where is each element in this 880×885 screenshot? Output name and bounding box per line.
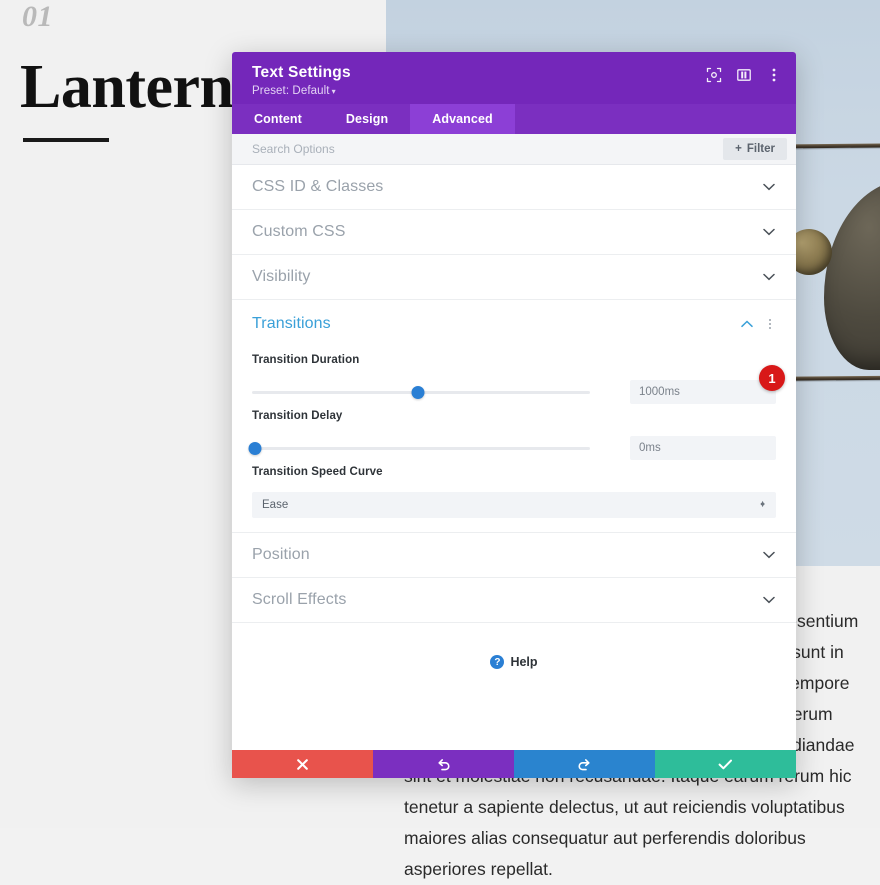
- field-label: Transition Speed Curve: [252, 466, 383, 478]
- filter-button[interactable]: + Filter: [723, 138, 787, 160]
- transition-delay-slider[interactable]: [248, 441, 590, 455]
- modal-header-actions: [705, 66, 782, 83]
- field-transition-speed-curve: Transition Speed Curve Ease ▲ ▼: [232, 466, 796, 518]
- select-value: Ease: [262, 499, 289, 511]
- modal-header: Text Settings Preset: Default ▾: [232, 52, 796, 104]
- undo-button[interactable]: [373, 750, 514, 778]
- focus-icon[interactable]: [705, 66, 722, 83]
- chevron-down-icon: [762, 548, 776, 562]
- chevron-up-icon[interactable]: [740, 317, 754, 331]
- field-label: Transition Duration: [252, 354, 360, 366]
- check-icon: [718, 759, 732, 769]
- undo-icon: [438, 758, 450, 770]
- section-label: CSS ID & Classes: [252, 178, 384, 195]
- section-label: Position: [252, 546, 310, 563]
- transition-speed-curve-select[interactable]: Ease: [252, 492, 776, 518]
- slider-row: [248, 436, 776, 460]
- modal-tabs: Content Design Advanced: [232, 104, 796, 134]
- search-row: + Filter: [232, 134, 796, 165]
- page-title: Lanterns: [20, 53, 258, 121]
- slider-track: [252, 446, 590, 450]
- layout-panel-icon[interactable]: [735, 66, 752, 83]
- field-label: Transition Delay: [252, 410, 343, 422]
- hero-number: 01: [22, 0, 53, 33]
- section-transitions-header[interactable]: Transitions: [232, 300, 796, 348]
- chevron-down-icon: [762, 180, 776, 194]
- filter-label: Filter: [746, 143, 775, 155]
- section-position[interactable]: Position: [232, 533, 796, 578]
- transition-duration-slider[interactable]: [252, 385, 590, 399]
- annotation-badge-1: 1: [759, 365, 785, 391]
- kebab-menu-icon[interactable]: [765, 66, 782, 83]
- chevron-down-icon: [762, 593, 776, 607]
- section-css-id-classes[interactable]: CSS ID & Classes: [232, 165, 796, 210]
- section-label: Custom CSS: [252, 223, 346, 240]
- slider-row: [252, 380, 776, 404]
- search-input[interactable]: [232, 141, 724, 157]
- tab-content[interactable]: Content: [232, 104, 324, 134]
- tab-advanced[interactable]: Advanced: [410, 104, 515, 134]
- transition-delay-input[interactable]: [630, 436, 776, 460]
- help-label: Help: [510, 655, 538, 669]
- text-settings-modal: Text Settings Preset: Default ▾ Content …: [232, 52, 796, 778]
- help-icon: ?: [490, 655, 505, 669]
- section-custom-css[interactable]: Custom CSS: [232, 210, 796, 255]
- lantern-body-shape: [824, 180, 880, 370]
- modal-title: Text Settings: [252, 64, 351, 81]
- tab-design[interactable]: Design: [324, 104, 410, 134]
- kebab-menu-icon[interactable]: [764, 316, 776, 332]
- section-label: Visibility: [252, 268, 311, 285]
- section-visibility[interactable]: Visibility: [232, 255, 796, 300]
- title-underline-rule: [23, 138, 109, 142]
- preset-label: Preset: Default: [252, 85, 330, 97]
- plus-icon: +: [735, 143, 742, 155]
- redo-button[interactable]: [514, 750, 655, 778]
- redo-icon: [578, 758, 590, 770]
- slider-handle[interactable]: [411, 385, 425, 399]
- section-transitions: Transitions Transition Duration 1000ms T…: [232, 300, 796, 533]
- speed-curve-select-wrap: Ease ▲ ▼: [252, 492, 776, 518]
- section-label: Scroll Effects: [252, 591, 347, 608]
- close-icon: [297, 758, 308, 770]
- chevron-down-icon: ▾: [331, 87, 336, 96]
- transition-duration-input[interactable]: [630, 380, 776, 404]
- preset-selector[interactable]: Preset: Default ▾: [252, 85, 776, 97]
- help-row[interactable]: ? Help: [232, 655, 796, 669]
- save-button[interactable]: [655, 750, 796, 778]
- section-label: Transitions: [252, 315, 331, 332]
- select-stepper-icon: ▲ ▼: [759, 500, 766, 509]
- modal-body: CSS ID & Classes Custom CSS Visibility T…: [232, 165, 796, 750]
- cancel-button[interactable]: [232, 750, 373, 778]
- chevron-down-icon: [762, 225, 776, 239]
- modal-footer: [232, 750, 796, 778]
- chevron-down-icon: [762, 270, 776, 284]
- field-transition-delay: Transition Delay: [232, 410, 796, 460]
- section-scroll-effects[interactable]: Scroll Effects: [232, 578, 796, 623]
- slider-handle[interactable]: [248, 441, 262, 455]
- field-transition-duration: Transition Duration: [232, 354, 796, 404]
